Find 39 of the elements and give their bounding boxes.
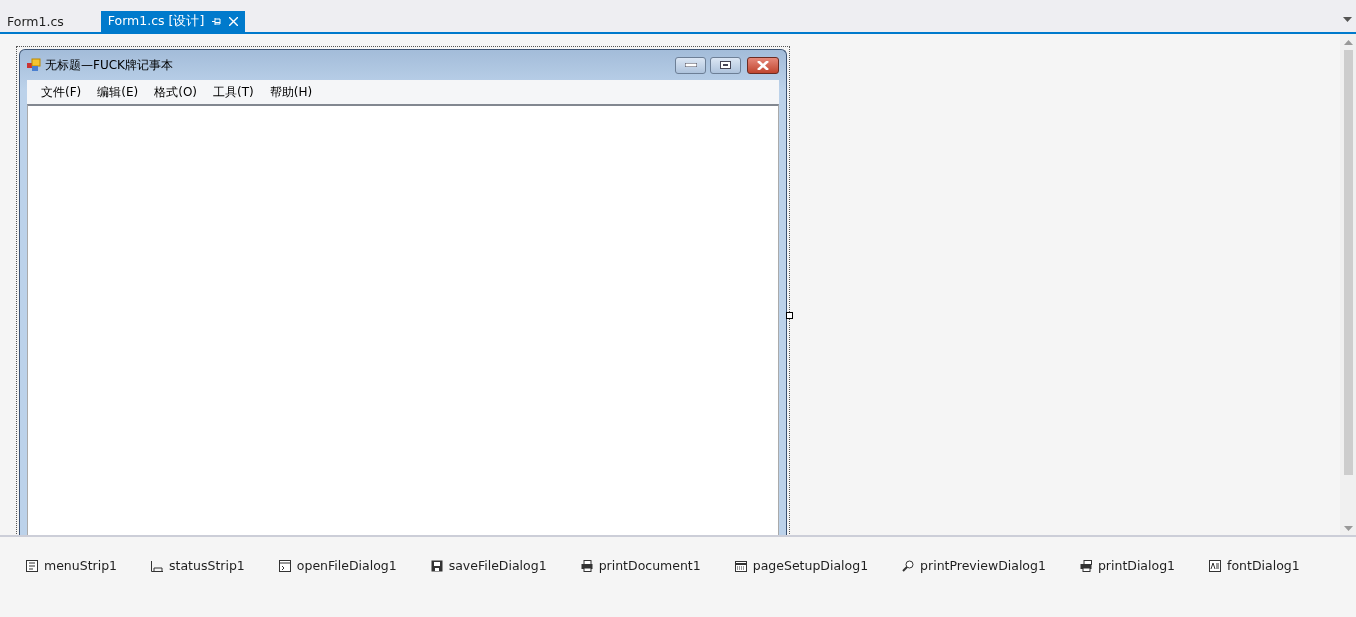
- printer-icon: [1079, 559, 1092, 572]
- status-strip-icon: [151, 559, 164, 572]
- minimize-button[interactable]: [675, 56, 706, 74]
- component-item[interactable]: pageSetupDialog1: [734, 558, 869, 573]
- document-tab[interactable]: Form1.cs: [0, 11, 71, 32]
- magnifier-icon: [902, 559, 915, 572]
- close-icon: [757, 60, 769, 70]
- maximize-button[interactable]: [710, 56, 741, 74]
- pin-icon[interactable]: [212, 17, 222, 26]
- open-dialog-icon: [278, 559, 291, 572]
- component-item[interactable]: fontDialog1: [1209, 558, 1300, 573]
- vertical-scrollbar[interactable]: [1340, 34, 1356, 535]
- app-icon: [27, 58, 41, 72]
- menu-item[interactable]: 编辑(E): [89, 83, 147, 101]
- font-icon: [1209, 559, 1222, 572]
- component-item[interactable]: openFileDialog1: [278, 558, 397, 573]
- printer-icon: [580, 559, 593, 572]
- close-button[interactable]: [747, 56, 779, 74]
- maximize-icon: [720, 61, 731, 69]
- menu-strip-icon: [26, 559, 38, 572]
- dropdown-icon[interactable]: [1343, 17, 1352, 22]
- component-item[interactable]: printDocument1: [580, 558, 701, 573]
- component-item[interactable]: saveFileDialog1: [430, 558, 547, 573]
- minimize-icon: [684, 63, 697, 67]
- component-item[interactable]: statusStrip1: [151, 558, 245, 573]
- component-item[interactable]: printDialog1: [1079, 558, 1176, 573]
- page-setup-icon: [734, 559, 747, 572]
- window-title: 无标题—FUCK牌记事本: [45, 56, 174, 74]
- component-item[interactable]: printPreviewDialog1: [902, 558, 1046, 573]
- document-tab[interactable]: Form1.cs [设计]: [100, 11, 246, 32]
- menu-item[interactable]: 帮助(H): [261, 83, 321, 101]
- resize-handle[interactable]: [786, 312, 793, 319]
- scroll-up-icon[interactable]: [1343, 40, 1353, 45]
- component-item[interactable]: menuStrip1: [26, 558, 118, 573]
- menu-item[interactable]: 文件(F): [33, 83, 90, 101]
- close-icon[interactable]: [229, 17, 239, 26]
- scroll-down-icon[interactable]: [1343, 526, 1353, 531]
- menu-item[interactable]: 工具(T): [205, 83, 262, 101]
- menu-item[interactable]: 格式(O): [146, 83, 206, 101]
